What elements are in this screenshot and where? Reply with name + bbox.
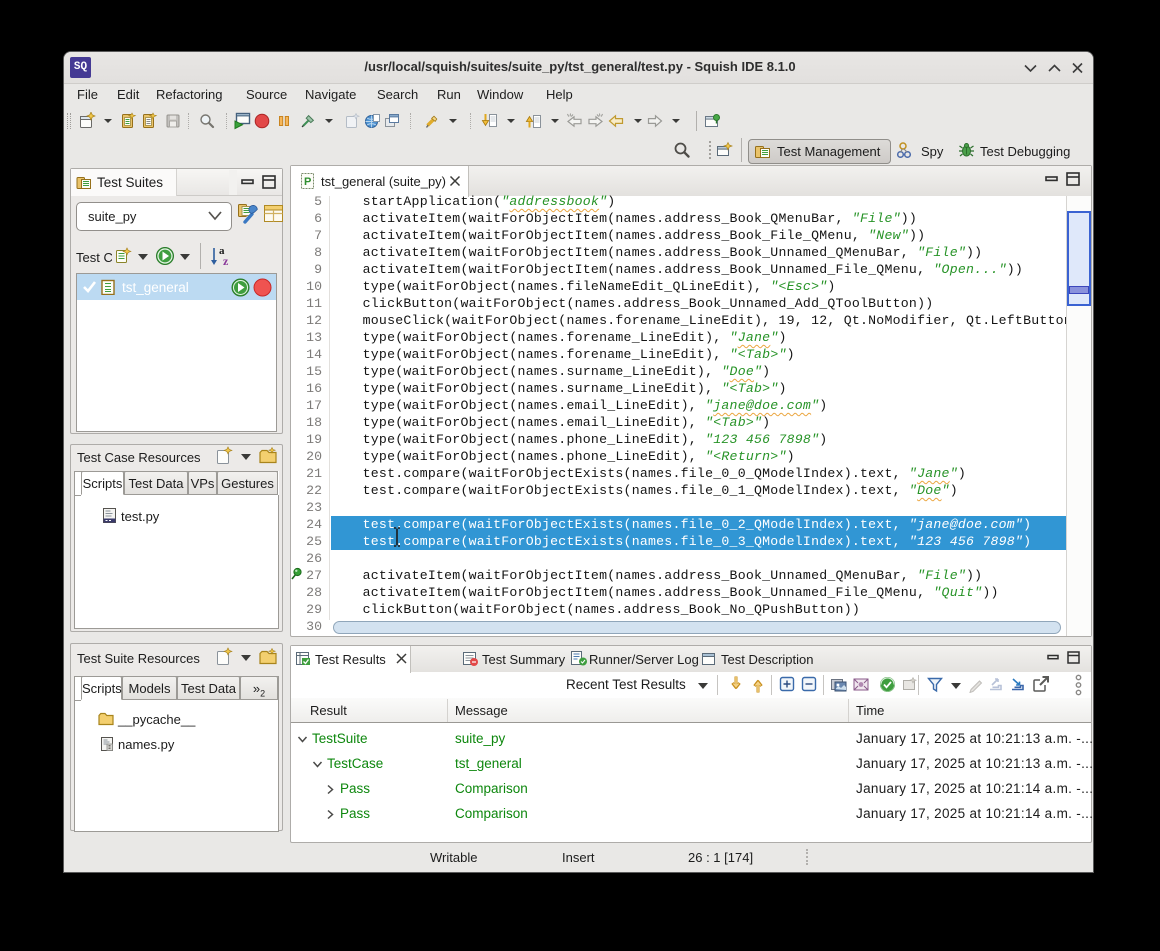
svg-text:z: z [223, 254, 229, 268]
svg-text:P: P [304, 176, 311, 188]
